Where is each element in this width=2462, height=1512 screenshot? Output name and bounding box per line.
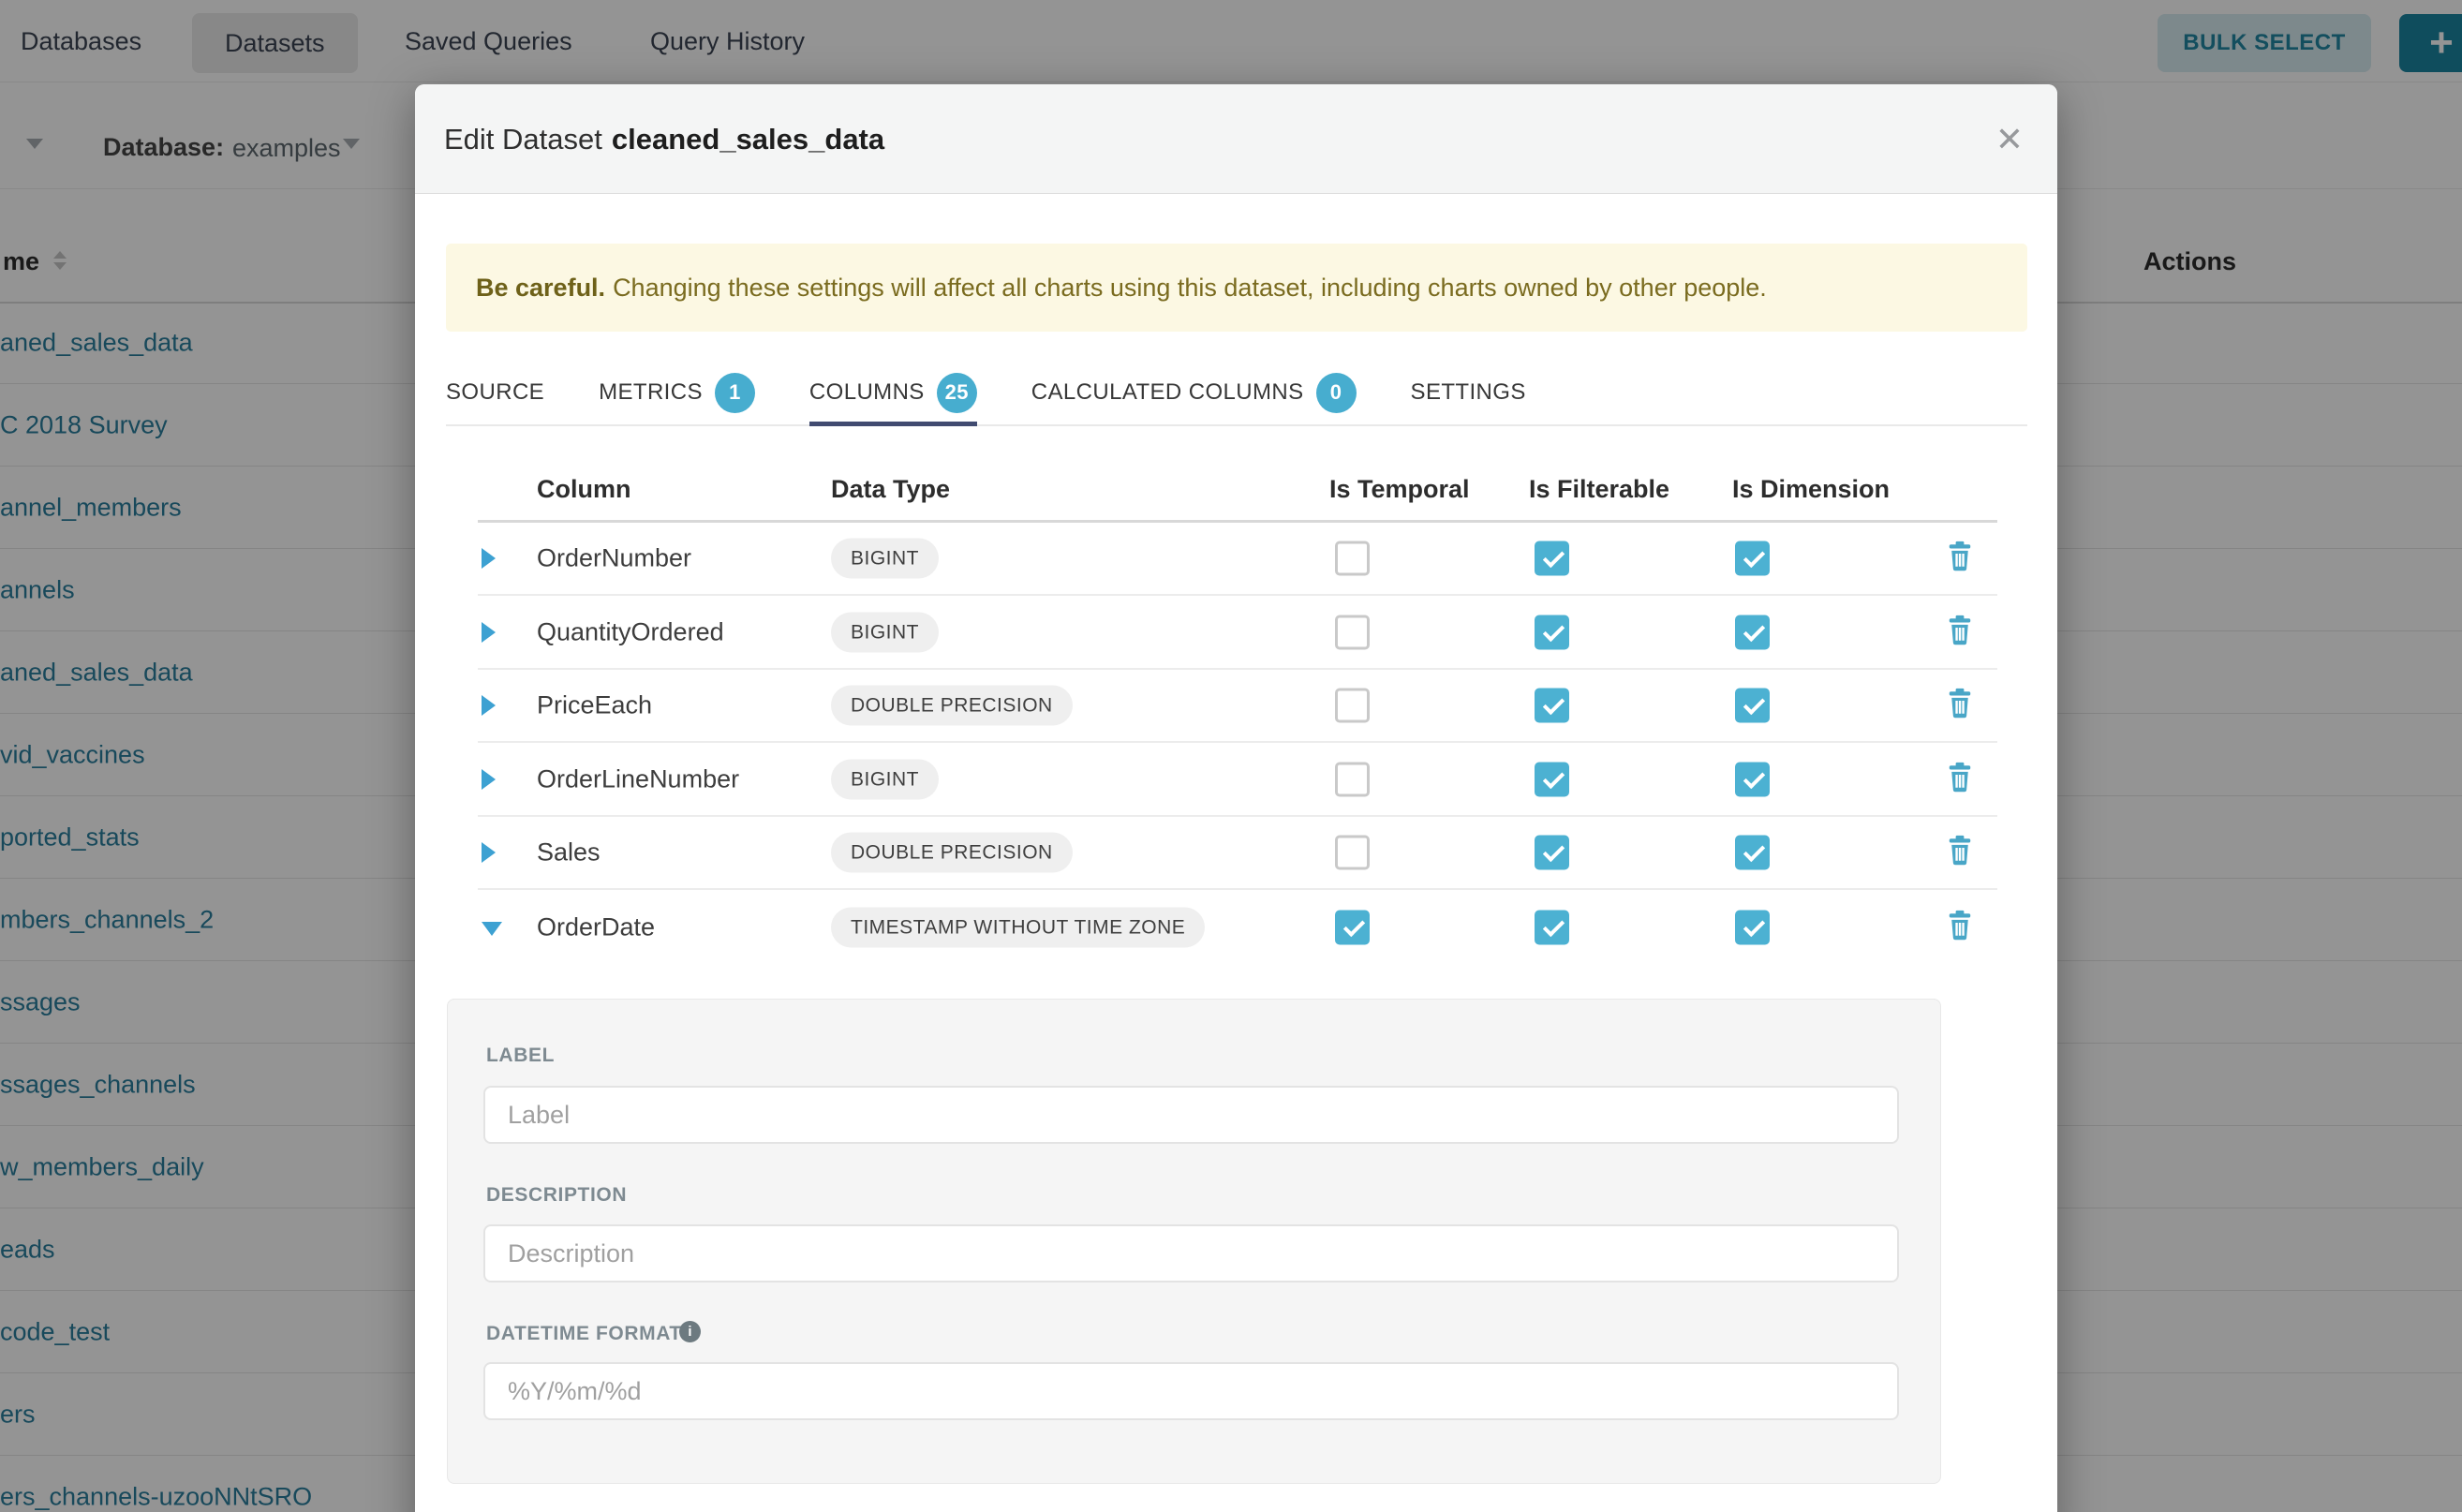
is-filterable-checkbox[interactable]	[1535, 689, 1569, 723]
delete-column-trash-icon[interactable]	[1946, 688, 1974, 723]
delete-column-trash-icon[interactable]	[1946, 615, 1974, 650]
label-input[interactable]	[483, 1086, 1899, 1144]
column-row-orderdate: OrderDate TIMESTAMP WITHOUT TIME ZONE	[478, 891, 1997, 964]
is-filterable-checkbox[interactable]	[1535, 615, 1569, 649]
modal-title-prefix: Edit Dataset	[444, 123, 602, 156]
tab-count-badge: 25	[937, 373, 977, 413]
is-dimension-checkbox[interactable]	[1735, 762, 1770, 796]
expand-caret-icon[interactable]	[482, 769, 496, 790]
modal-title: Edit Dataset cleaned_sales_data	[444, 84, 884, 194]
modal-dataset-name: cleaned_sales_data	[612, 123, 884, 156]
column-name: OrderLineNumber	[537, 764, 739, 793]
is-temporal-checkbox[interactable]	[1335, 762, 1370, 796]
column-header-column: Column	[537, 475, 631, 504]
is-filterable-checkbox[interactable]	[1535, 911, 1569, 945]
datetime-format-input[interactable]	[483, 1362, 1899, 1420]
delete-column-trash-icon[interactable]	[1946, 762, 1974, 797]
expand-caret-icon[interactable]	[482, 622, 496, 643]
is-dimension-checkbox[interactable]	[1735, 911, 1770, 945]
is-filterable-checkbox[interactable]	[1535, 836, 1569, 870]
description-input[interactable]	[483, 1224, 1899, 1282]
tab-label: CALCULATED COLUMNS	[1031, 379, 1304, 406]
close-icon[interactable]: ✕	[1995, 84, 2024, 194]
info-icon[interactable]: i	[679, 1321, 701, 1342]
edit-dataset-modal: Edit Dataset cleaned_sales_data ✕ Be car…	[415, 84, 2057, 1512]
is-dimension-checkbox[interactable]	[1735, 836, 1770, 870]
tab-count-badge: 0	[1316, 373, 1357, 413]
warning-bold-text: Be careful.	[476, 274, 605, 303]
delete-column-trash-icon[interactable]	[1946, 541, 1974, 576]
is-filterable-checkbox[interactable]	[1535, 541, 1569, 576]
data-type-pill: BIGINT	[831, 539, 939, 579]
column-name: PriceEach	[537, 691, 652, 720]
column-row-priceeach: PriceEach DOUBLE PRECISION	[478, 670, 1997, 743]
modal-header: Edit Dataset cleaned_sales_data ✕	[415, 84, 2057, 194]
column-header-is-dimension: Is Dimension	[1732, 475, 1890, 504]
collapse-caret-icon[interactable]	[482, 922, 502, 936]
tab-metrics[interactable]: METRICS 1	[599, 365, 755, 426]
warning-body-text: Changing these settings will affect all …	[613, 274, 1767, 303]
expand-caret-icon[interactable]	[482, 842, 496, 863]
column-row-ordernumber: OrderNumber BIGINT	[478, 523, 1997, 596]
datetime-format-field-label: DATETIME FORMAT	[486, 1323, 682, 1345]
delete-column-trash-icon[interactable]	[1946, 835, 1974, 870]
column-name: OrderDate	[537, 913, 655, 942]
data-type-pill: BIGINT	[831, 759, 939, 799]
data-type-pill: DOUBLE PRECISION	[831, 686, 1073, 726]
is-dimension-checkbox[interactable]	[1735, 615, 1770, 649]
label-field-label: LABEL	[486, 1045, 555, 1067]
delete-column-trash-icon[interactable]	[1946, 910, 1974, 945]
is-temporal-checkbox[interactable]	[1335, 911, 1370, 945]
column-header-is-temporal: Is Temporal	[1329, 475, 1470, 504]
column-name: OrderNumber	[537, 544, 691, 573]
tab-label: SOURCE	[446, 379, 544, 406]
tab-columns[interactable]: COLUMNS 25	[809, 365, 977, 426]
tab-calculated-columns[interactable]: CALCULATED COLUMNS 0	[1031, 365, 1357, 426]
is-temporal-checkbox[interactable]	[1335, 836, 1370, 870]
is-temporal-checkbox[interactable]	[1335, 615, 1370, 649]
modal-tabbar: SOURCE METRICS 1 COLUMNS 25 CALCULATED COLUMN…	[446, 365, 2027, 426]
is-dimension-checkbox[interactable]	[1735, 541, 1770, 576]
expand-caret-icon[interactable]	[482, 695, 496, 716]
tab-count-badge: 1	[715, 373, 755, 413]
is-filterable-checkbox[interactable]	[1535, 762, 1569, 796]
is-temporal-checkbox[interactable]	[1335, 541, 1370, 576]
column-row-sales: Sales DOUBLE PRECISION	[478, 817, 1997, 890]
column-header-data-type: Data Type	[831, 475, 950, 504]
column-header-is-filterable: Is Filterable	[1529, 475, 1669, 504]
tab-label: COLUMNS	[809, 379, 925, 406]
data-type-pill: BIGINT	[831, 612, 939, 652]
is-dimension-checkbox[interactable]	[1735, 689, 1770, 723]
column-detail-panel: LABEL DESCRIPTION DATETIME FORMAT i	[447, 999, 1941, 1484]
expand-caret-icon[interactable]	[482, 548, 496, 569]
warning-banner: Be careful. Changing these settings will…	[446, 244, 2027, 332]
column-name: Sales	[537, 838, 601, 867]
tab-settings[interactable]: SETTINGS	[1411, 365, 1526, 426]
tab-source[interactable]: SOURCE	[446, 365, 544, 426]
tab-label: METRICS	[599, 379, 703, 406]
column-row-quantityordered: QuantityOrdered BIGINT	[478, 597, 1997, 670]
is-temporal-checkbox[interactable]	[1335, 689, 1370, 723]
column-row-orderlinenumber: OrderLineNumber BIGINT	[478, 744, 1997, 817]
tab-label: SETTINGS	[1411, 379, 1526, 406]
data-type-pill: TIMESTAMP WITHOUT TIME ZONE	[831, 908, 1205, 948]
column-name: QuantityOrdered	[537, 617, 724, 646]
data-type-pill: DOUBLE PRECISION	[831, 833, 1073, 873]
description-field-label: DESCRIPTION	[486, 1184, 627, 1207]
